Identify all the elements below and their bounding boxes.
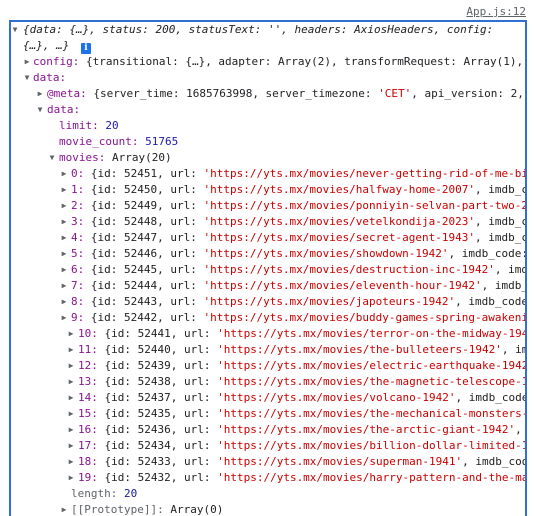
meta-value-suffix: , api_version: 2, bbox=[411, 87, 524, 100]
meta-timezone: 'CET' bbox=[378, 87, 412, 100]
list-item[interactable]: ▶ 9: {id: 52442, url: 'https://yts.mx/mo… bbox=[11, 310, 525, 326]
console-object-tree: ▼ {data: {…}, status: 200, statusText: '… bbox=[9, 20, 527, 516]
triangle-right-icon[interactable]: ▶ bbox=[35, 86, 45, 102]
tree-node-inner-data[interactable]: ▼ data: bbox=[11, 102, 525, 118]
list-item[interactable]: ▶ 4: {id: 52447, url: 'https://yts.mx/mo… bbox=[11, 230, 525, 246]
limit-value: 20 bbox=[105, 119, 119, 132]
list-item[interactable]: ▶ 1: {id: 52450, url: 'https://yts.mx/mo… bbox=[11, 182, 525, 198]
meta-value-prefix: {server_time: 1685763998, server_timezon… bbox=[93, 87, 379, 100]
tree-root-summary-line[interactable]: ▼ {data: {…}, status: 200, statusText: '… bbox=[11, 22, 525, 38]
triangle-down-icon[interactable]: ▼ bbox=[35, 102, 45, 118]
limit-key: limit: bbox=[59, 119, 99, 132]
tree-node-config[interactable]: ▶ config: {transitional: {…}, adapter: A… bbox=[11, 54, 525, 70]
triangle-right-icon[interactable]: ▶ bbox=[59, 278, 69, 294]
info-icon[interactable]: i bbox=[78, 38, 91, 54]
config-value: {transitional: {…}, adapter: Array(2), t… bbox=[85, 55, 524, 68]
triangle-right-icon[interactable]: ▶ bbox=[66, 470, 76, 486]
tree-leaf-limit: limit: 20 bbox=[11, 118, 525, 134]
triangle-right-icon[interactable]: ▶ bbox=[59, 214, 69, 230]
triangle-down-icon[interactable]: ▼ bbox=[47, 150, 57, 166]
source-link[interactable]: App.js:12 bbox=[466, 5, 526, 18]
triangle-right-icon[interactable]: ▶ bbox=[66, 438, 76, 454]
list-item[interactable]: ▶ 19: {id: 52432, url: 'https://yts.mx/m… bbox=[11, 470, 525, 486]
triangle-right-icon[interactable]: ▶ bbox=[22, 54, 32, 70]
data-key: data: bbox=[33, 71, 67, 84]
tree-node-data[interactable]: ▼ data: bbox=[11, 70, 525, 86]
triangle-right-icon[interactable]: ▶ bbox=[59, 262, 69, 278]
list-item[interactable]: ▶ 14: {id: 52437, url: 'https://yts.mx/m… bbox=[11, 390, 525, 406]
prototype-value: Array(0) bbox=[170, 503, 224, 516]
tree-node-prototype[interactable]: ▶ [[Prototype]]: Array(0) bbox=[11, 502, 525, 516]
triangle-right-icon[interactable]: ▶ bbox=[59, 246, 69, 262]
list-item[interactable]: ▶ 10: {id: 52441, url: 'https://yts.mx/m… bbox=[11, 326, 525, 342]
triangle-right-icon[interactable]: ▶ bbox=[66, 406, 76, 422]
console-message-header: App.js:12 bbox=[0, 0, 534, 20]
triangle-right-icon[interactable]: ▶ bbox=[66, 390, 76, 406]
config-key: config: bbox=[33, 55, 80, 68]
list-item[interactable]: ▶ 18: {id: 52433, url: 'https://yts.mx/m… bbox=[11, 454, 525, 470]
root-summary-text: {data: {…}, status: 200, statusText: '',… bbox=[23, 23, 494, 36]
list-item[interactable]: ▶ 6: {id: 52445, url: 'https://yts.mx/mo… bbox=[11, 262, 525, 278]
length-key: length: bbox=[71, 487, 118, 500]
tree-leaf-length: length: 20 bbox=[11, 486, 525, 502]
tree-leaf-movie-count: movie_count: 51765 bbox=[11, 134, 525, 150]
triangle-right-icon[interactable]: ▶ bbox=[59, 310, 69, 326]
triangle-right-icon[interactable]: ▶ bbox=[59, 294, 69, 310]
triangle-right-icon[interactable]: ▶ bbox=[66, 326, 76, 342]
triangle-right-icon[interactable]: ▶ bbox=[59, 182, 69, 198]
triangle-right-icon[interactable]: ▶ bbox=[59, 198, 69, 214]
list-item[interactable]: ▶ 0: {id: 52451, url: 'https://yts.mx/mo… bbox=[11, 166, 525, 182]
inner-data-key: data: bbox=[47, 103, 81, 116]
movies-key: movies: bbox=[59, 151, 106, 164]
list-item[interactable]: ▶ 2: {id: 52449, url: 'https://yts.mx/mo… bbox=[11, 198, 525, 214]
movie-count-key: movie_count: bbox=[59, 135, 139, 148]
movie-count-value: 51765 bbox=[145, 135, 179, 148]
triangle-down-icon[interactable]: ▼ bbox=[11, 22, 20, 38]
triangle-down-icon[interactable]: ▼ bbox=[22, 70, 32, 86]
list-item[interactable]: ▶ 16: {id: 52436, url: 'https://yts.mx/m… bbox=[11, 422, 525, 438]
meta-key: @meta: bbox=[47, 87, 87, 100]
list-item[interactable]: ▶ 12: {id: 52439, url: 'https://yts.mx/m… bbox=[11, 358, 525, 374]
list-item[interactable]: ▶ 8: {id: 52443, url: 'https://yts.mx/mo… bbox=[11, 294, 525, 310]
movies-list: ▶ 0: {id: 52451, url: 'https://yts.mx/mo… bbox=[11, 166, 525, 486]
triangle-right-icon[interactable]: ▶ bbox=[59, 230, 69, 246]
length-value: 20 bbox=[123, 487, 138, 500]
triangle-right-icon[interactable]: ▶ bbox=[59, 502, 69, 516]
tree-root-summary-continuation: {…}, …} i bbox=[11, 38, 525, 54]
triangle-right-icon[interactable]: ▶ bbox=[66, 374, 76, 390]
movies-value: Array(20) bbox=[111, 151, 172, 164]
root-summary-text-continued: {…}, …} bbox=[23, 39, 70, 52]
triangle-right-icon[interactable]: ▶ bbox=[59, 166, 69, 182]
triangle-right-icon[interactable]: ▶ bbox=[66, 358, 76, 374]
list-item[interactable]: ▶ 11: {id: 52440, url: 'https://yts.mx/m… bbox=[11, 342, 525, 358]
triangle-right-icon[interactable]: ▶ bbox=[66, 422, 76, 438]
tree-node-movies[interactable]: ▼ movies: Array(20) bbox=[11, 150, 525, 166]
list-item[interactable]: ▶ 3: {id: 52448, url: 'https://yts.mx/mo… bbox=[11, 214, 525, 230]
list-item[interactable]: ▶ 5: {id: 52446, url: 'https://yts.mx/mo… bbox=[11, 246, 525, 262]
prototype-key: [[Prototype]]: bbox=[71, 503, 164, 516]
triangle-right-icon[interactable]: ▶ bbox=[66, 342, 76, 358]
list-item[interactable]: ▶ 17: {id: 52434, url: 'https://yts.mx/m… bbox=[11, 438, 525, 454]
list-item[interactable]: ▶ 13: {id: 52438, url: 'https://yts.mx/m… bbox=[11, 374, 525, 390]
tree-node-meta[interactable]: ▶ @meta: {server_time: 1685763998, serve… bbox=[11, 86, 525, 102]
list-item[interactable]: ▶ 15: {id: 52435, url: 'https://yts.mx/m… bbox=[11, 406, 525, 422]
list-item[interactable]: ▶ 7: {id: 52444, url: 'https://yts.mx/mo… bbox=[11, 278, 525, 294]
triangle-right-icon[interactable]: ▶ bbox=[66, 454, 76, 470]
